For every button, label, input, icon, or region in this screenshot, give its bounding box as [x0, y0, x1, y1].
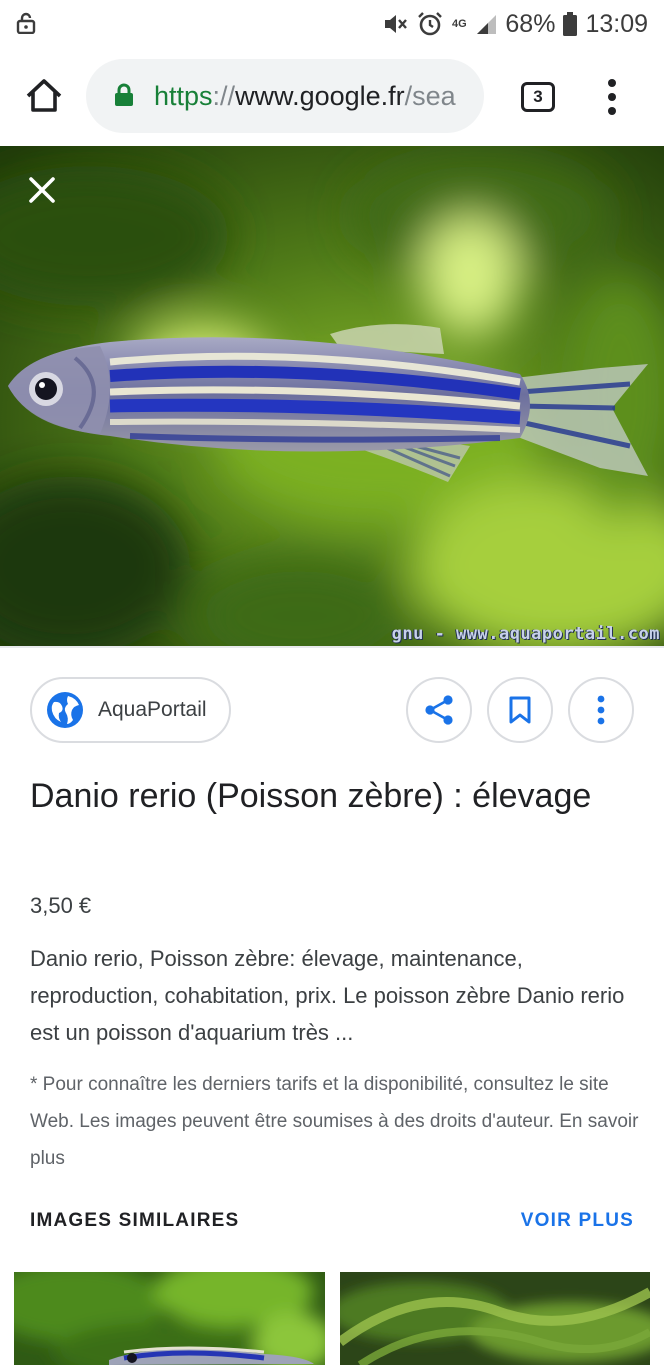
battery-percent: 68%	[505, 9, 556, 38]
more-vert-icon	[597, 695, 605, 725]
close-icon[interactable]	[22, 170, 62, 210]
battery-icon	[563, 12, 578, 36]
share-button[interactable]	[406, 677, 472, 743]
source-chip[interactable]: AquaPortail	[30, 677, 231, 743]
globe-icon	[47, 692, 83, 728]
clock-time: 13:09	[585, 9, 648, 38]
image-watermark: gnu - www.aquaportail.com	[391, 624, 660, 644]
result-title[interactable]: Danio rerio (Poisson zèbre) : élevage	[30, 768, 634, 824]
similar-images-heading: IMAGES SIMILAIRES	[30, 1210, 240, 1231]
result-image[interactable]: gnu - www.aquaportail.com	[0, 146, 664, 646]
alarm-icon	[418, 12, 443, 36]
url-bar[interactable]: https://www.google.fr/sea	[86, 59, 484, 133]
tab-switcher-button[interactable]: 3	[521, 82, 555, 112]
secure-lock-icon	[115, 83, 133, 106]
more-options-button[interactable]	[568, 677, 634, 743]
result-price: 3,50 €	[30, 893, 92, 918]
similar-fish-photo	[14, 1272, 325, 1365]
result-description: Danio rerio, Poisson zèbre: élevage, mai…	[30, 946, 625, 1045]
similar-image-1[interactable]	[14, 1272, 325, 1365]
similar-image-2[interactable]	[340, 1272, 650, 1365]
network-type: 4G	[452, 17, 467, 30]
share-icon	[425, 695, 453, 725]
mute-icon	[385, 15, 408, 33]
save-button[interactable]	[487, 677, 553, 743]
divider	[0, 646, 664, 648]
source-name: AquaPortail	[98, 698, 207, 721]
similar-plant-photo	[340, 1272, 650, 1365]
price-disclaimer: * Pour connaître les derniers tarifs et …	[30, 1074, 639, 1169]
bookmark-icon	[509, 696, 531, 724]
screen-lock-icon	[16, 12, 36, 34]
see-more-link[interactable]: VOIR PLUS	[521, 1210, 634, 1232]
home-icon[interactable]	[24, 76, 64, 116]
url-path: /sea	[404, 81, 456, 111]
signal-icon	[477, 15, 497, 34]
url-scheme: https	[154, 81, 213, 111]
url-separator: ://	[212, 81, 236, 111]
url-text[interactable]: https://www.google.fr/sea	[154, 77, 456, 115]
zebrafish-photo	[0, 146, 664, 646]
browser-menu-icon[interactable]	[602, 78, 622, 116]
url-host: www.google.fr	[235, 81, 405, 111]
browser-toolbar: https://www.google.fr/sea 3	[0, 48, 664, 146]
status-bar: 4G 68% 13:09	[0, 0, 664, 48]
